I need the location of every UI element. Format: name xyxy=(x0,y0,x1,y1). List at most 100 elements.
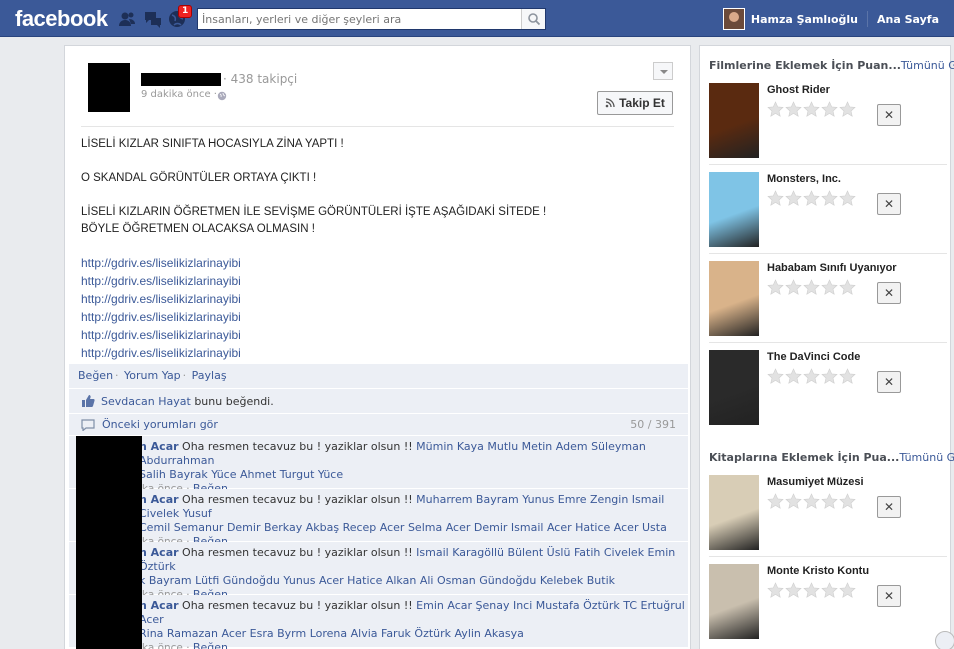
post-link[interactable]: http://gdriv.es/liselikizlarinayibi xyxy=(81,346,241,360)
rating-star-icon[interactable] xyxy=(821,101,838,118)
comment-text: Oha resmen tecavuz bu ! yaziklar olsun !… xyxy=(178,440,417,453)
friend-requests-icon[interactable] xyxy=(117,9,137,29)
movie-suggestion: The DaVinci Code ✕ xyxy=(709,350,947,430)
rating-star-icon[interactable] xyxy=(785,279,802,296)
rating-star-icon[interactable] xyxy=(821,582,838,599)
dismiss-button[interactable]: ✕ xyxy=(877,585,901,607)
movie-poster[interactable] xyxy=(709,83,759,158)
rating-star-icon[interactable] xyxy=(839,190,856,207)
rating-star-icon[interactable] xyxy=(785,101,802,118)
post-header-divider xyxy=(81,126,674,127)
search-button[interactable] xyxy=(521,9,545,29)
rating-star-icon[interactable] xyxy=(767,190,784,207)
rating-star-icon[interactable] xyxy=(785,493,802,510)
share-link[interactable]: Paylaş xyxy=(192,369,227,382)
post-author-name-redacted[interactable] xyxy=(141,73,221,86)
rating-star-icon[interactable] xyxy=(803,101,820,118)
movie-suggestion: Hababam Sınıfı Uyanıyor ✕ xyxy=(709,261,947,341)
rating-star-icon[interactable] xyxy=(767,101,784,118)
liker-name-link[interactable]: Sevdacan Hayat xyxy=(101,389,191,414)
dismiss-button[interactable]: ✕ xyxy=(877,104,901,126)
post-link[interactable]: http://gdriv.es/liselikizlarinayibi xyxy=(81,274,241,288)
comment-like-link[interactable]: Beğen xyxy=(193,641,228,649)
comment-author-link[interactable]: n Acar xyxy=(139,599,179,612)
movie-title[interactable]: Monsters, Inc. xyxy=(767,173,841,185)
book-title[interactable]: Masumiyet Müzesi xyxy=(767,476,864,488)
post-link[interactable]: http://gdriv.es/liselikizlarinayibi xyxy=(81,310,241,324)
comment-tagged-names[interactable]: Salih Bayrak Yüce Ahmet Turgut Yüce xyxy=(139,468,343,481)
post-options-dropdown[interactable] xyxy=(653,62,673,80)
comment-link[interactable]: Yorum Yap xyxy=(124,369,181,382)
user-avatar[interactable] xyxy=(722,8,745,30)
star-rating[interactable] xyxy=(767,190,856,207)
rating-star-icon[interactable] xyxy=(839,101,856,118)
book-suggestion: Monte Kristo Kontu ✕ xyxy=(709,564,947,644)
comment-tagged-names[interactable]: k Bayram Lütfi Gündoğdu Yunus Acer Hatic… xyxy=(139,574,615,587)
rating-star-icon[interactable] xyxy=(767,582,784,599)
rating-star-icon[interactable] xyxy=(839,279,856,296)
star-rating[interactable] xyxy=(767,279,856,296)
rating-star-icon[interactable] xyxy=(785,582,802,599)
movie-title[interactable]: Hababam Sınıfı Uyanıyor xyxy=(767,262,897,274)
star-rating[interactable] xyxy=(767,368,856,385)
follow-button[interactable]: Takip Et xyxy=(597,91,673,115)
dismiss-button[interactable]: ✕ xyxy=(877,193,901,215)
facebook-logo[interactable]: facebook xyxy=(15,6,108,32)
dismiss-button[interactable]: ✕ xyxy=(877,371,901,393)
post-link[interactable]: http://gdriv.es/liselikizlarinayibi xyxy=(81,292,241,306)
book-suggestion: Masumiyet Müzesi ✕ xyxy=(709,475,947,555)
rating-star-icon[interactable] xyxy=(803,368,820,385)
rating-star-icon[interactable] xyxy=(803,493,820,510)
comment-tagged-names[interactable]: Cemil Semanur Demir Berkay Akbaş Recep A… xyxy=(139,521,667,534)
rating-star-icon[interactable] xyxy=(767,279,784,296)
user-name-link[interactable]: Hamza Şamlıoğlu xyxy=(751,13,858,26)
home-link[interactable]: Ana Sayfa xyxy=(877,13,939,26)
rating-star-icon[interactable] xyxy=(821,190,838,207)
movie-poster[interactable] xyxy=(709,350,759,425)
messages-icon[interactable] xyxy=(143,9,163,29)
rating-star-icon[interactable] xyxy=(821,493,838,510)
post-link[interactable]: http://gdriv.es/liselikizlarinayibi xyxy=(81,328,241,342)
rating-star-icon[interactable] xyxy=(839,582,856,599)
rating-star-icon[interactable] xyxy=(821,368,838,385)
movies-see-all-link[interactable]: Tümünü Gör xyxy=(901,59,954,72)
book-cover[interactable] xyxy=(709,564,759,639)
post-line: O SKANDAL GÖRÜNTÜLER ORTAYA ÇIKTI ! xyxy=(81,172,317,184)
comment-bubble-icon xyxy=(81,418,95,431)
rating-star-icon[interactable] xyxy=(785,190,802,207)
rating-star-icon[interactable] xyxy=(839,493,856,510)
like-link[interactable]: Beğen xyxy=(78,369,113,382)
star-rating[interactable] xyxy=(767,493,856,510)
star-rating[interactable] xyxy=(767,101,856,118)
rating-star-icon[interactable] xyxy=(821,279,838,296)
post-timestamp[interactable]: 9 dakika önce · xyxy=(141,89,217,100)
rating-star-icon[interactable] xyxy=(767,493,784,510)
dismiss-button[interactable]: ✕ xyxy=(877,282,901,304)
comment-author-link[interactable]: n Acar xyxy=(139,546,179,559)
movie-suggestion: Ghost Rider ✕ xyxy=(709,83,947,163)
post-author-avatar-redacted[interactable] xyxy=(88,63,130,112)
rating-star-icon[interactable] xyxy=(839,368,856,385)
book-title[interactable]: Monte Kristo Kontu xyxy=(767,565,869,577)
movie-poster[interactable] xyxy=(709,172,759,247)
rating-star-icon[interactable] xyxy=(803,279,820,296)
rating-star-icon[interactable] xyxy=(803,190,820,207)
book-cover[interactable] xyxy=(709,475,759,550)
movie-title[interactable]: The DaVinci Code xyxy=(767,351,860,363)
post-link[interactable]: http://gdriv.es/liselikizlarinayibi xyxy=(81,256,241,270)
rating-star-icon[interactable] xyxy=(803,582,820,599)
rating-star-icon[interactable] xyxy=(785,368,802,385)
search-input[interactable] xyxy=(198,9,520,29)
comment-author-link[interactable]: n Acar xyxy=(139,440,179,453)
comment-author-link[interactable]: n Acar xyxy=(139,493,179,506)
view-previous-comments-link[interactable]: Önceki yorumları gör xyxy=(102,414,218,436)
movie-poster[interactable] xyxy=(709,261,759,336)
star-rating[interactable] xyxy=(767,582,856,599)
dismiss-button[interactable]: ✕ xyxy=(877,496,901,518)
chat-globe-icon[interactable] xyxy=(935,631,954,649)
rating-star-icon[interactable] xyxy=(767,368,784,385)
movie-title[interactable]: Ghost Rider xyxy=(767,84,830,96)
comment-tagged-names[interactable]: Rina Ramazan Acer Esra Byrm Lorena Alvia… xyxy=(139,627,524,640)
books-heading-title: Kitaplarına Eklemek İçin Pua... xyxy=(709,451,900,464)
books-see-all-link[interactable]: Tümünü Gör xyxy=(899,451,954,464)
